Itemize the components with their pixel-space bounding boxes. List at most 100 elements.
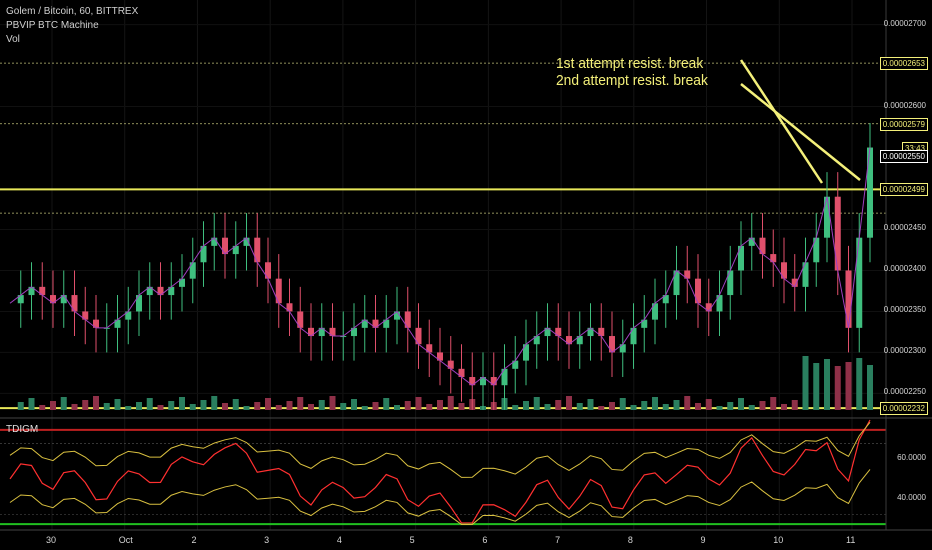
- x-tick-label: 9: [700, 535, 706, 545]
- volume-bar: [275, 405, 282, 410]
- price-tick-label: 0.00002450: [883, 223, 926, 233]
- volume-bar: [114, 399, 121, 410]
- price-tag: 0.00002550: [879, 149, 928, 163]
- price-tick-label: 0.00002600: [883, 100, 926, 110]
- volume-bar: [125, 406, 132, 410]
- volume-bar: [340, 403, 347, 410]
- volume-bar: [297, 397, 304, 410]
- volume-bar: [222, 403, 228, 410]
- volume-bar: [673, 400, 680, 410]
- volume-bar: [351, 399, 357, 410]
- x-tick-label: 3: [264, 535, 270, 545]
- volume-bar: [286, 401, 293, 410]
- x-tick-label: 11: [846, 535, 856, 545]
- volume-bar: [609, 402, 615, 410]
- volume-bar: [71, 404, 78, 410]
- volume-bar: [361, 406, 368, 410]
- volume-bar: [834, 366, 841, 410]
- x-tick-label: Oct: [118, 535, 133, 545]
- legend-volume: Vol: [6, 34, 20, 45]
- volume-bar: [630, 405, 637, 410]
- annotation-first-attempt: 1st attempt resist. break: [556, 55, 704, 72]
- x-tick-label: 2: [191, 535, 197, 545]
- volume-bar: [781, 404, 787, 410]
- volume-bar: [598, 406, 605, 410]
- volume-bar: [695, 403, 701, 410]
- volume-bar: [576, 403, 583, 410]
- volume-bar: [383, 398, 390, 410]
- volume-bar: [759, 401, 766, 410]
- price-tick-label: 0.00002400: [883, 264, 926, 274]
- volume-bar: [50, 401, 56, 410]
- volume-bar: [28, 398, 35, 410]
- volume-bar: [813, 363, 820, 410]
- volume-bar: [404, 401, 411, 410]
- price-tag: 0.00002579: [879, 117, 928, 131]
- x-tick-label: 6: [482, 535, 488, 545]
- price-tick-label: 0.00002300: [883, 346, 926, 356]
- volume-bar: [103, 403, 110, 410]
- volume-bar: [566, 396, 572, 410]
- volume-bar: [802, 356, 809, 410]
- volume-bar: [770, 397, 777, 410]
- volume-bar: [684, 396, 691, 410]
- volume-bar: [243, 406, 250, 410]
- volume-bar: [82, 400, 89, 410]
- volume-bar: [791, 400, 798, 410]
- volume-bar: [189, 404, 196, 410]
- annotation-second-attempt: 2nd attempt resist. break: [556, 72, 708, 89]
- price-tag: 0.00002499: [879, 183, 928, 197]
- volume-bar: [318, 400, 325, 410]
- volume-bar: [60, 397, 67, 410]
- indicator-tick-label: 40.0000: [897, 492, 926, 502]
- volume-bar: [146, 398, 153, 410]
- volume-bar: [157, 405, 164, 410]
- volume-bar: [179, 397, 185, 410]
- volume-bar: [619, 398, 626, 410]
- x-tick-label: 30: [46, 535, 57, 545]
- price-tick-label: 0.00002250: [883, 387, 926, 397]
- price-chart[interactable]: [0, 0, 932, 550]
- volume-bar: [93, 396, 99, 410]
- volume-bar: [867, 365, 873, 410]
- volume-bar: [372, 402, 379, 410]
- volume-bar: [200, 400, 207, 410]
- legend-symbol: Golem / Bitcoin, 60, BITTREX: [6, 6, 139, 17]
- legend-indicator: PBVIP BTC Machine: [6, 20, 99, 31]
- volume-bar: [168, 401, 175, 410]
- volume-bar: [727, 402, 734, 410]
- volume-bar: [533, 397, 540, 410]
- x-tick-label: 10: [773, 535, 784, 545]
- volume-bar: [426, 404, 433, 410]
- volume-bar: [211, 396, 218, 410]
- volume-bar: [265, 398, 271, 410]
- volume-bar: [856, 358, 863, 410]
- x-tick-label: 7: [555, 535, 561, 545]
- volume-bar: [824, 359, 830, 410]
- volume-bar: [705, 399, 712, 410]
- volume-bar: [39, 405, 46, 410]
- volume-bar: [641, 401, 648, 410]
- price-tag: 0.00002232: [879, 402, 928, 416]
- volume-bar: [587, 399, 594, 410]
- volume-bar: [748, 405, 755, 410]
- volume-bar: [308, 404, 314, 410]
- volume-bar: [555, 400, 562, 410]
- volume-bar: [415, 397, 422, 410]
- volume-bar: [544, 404, 551, 410]
- volume-bar: [845, 362, 852, 410]
- x-tick-label: 8: [627, 535, 633, 545]
- indicator-tick-label: 60.0000: [897, 453, 926, 463]
- volume-bar: [512, 405, 519, 410]
- volume-bar: [458, 403, 465, 410]
- volume-bar: [437, 400, 443, 410]
- x-tick-label: 4: [336, 535, 342, 545]
- indicator-pane-label: TDIGM: [6, 424, 39, 435]
- volume-bar: [17, 402, 24, 410]
- volume-bar: [738, 398, 744, 410]
- price-tick-label: 0.00002700: [883, 18, 926, 28]
- price-tag: 0.00002653: [879, 57, 928, 71]
- volume-bar: [662, 404, 669, 410]
- volume-bar: [329, 396, 336, 410]
- volume-bar: [136, 402, 142, 410]
